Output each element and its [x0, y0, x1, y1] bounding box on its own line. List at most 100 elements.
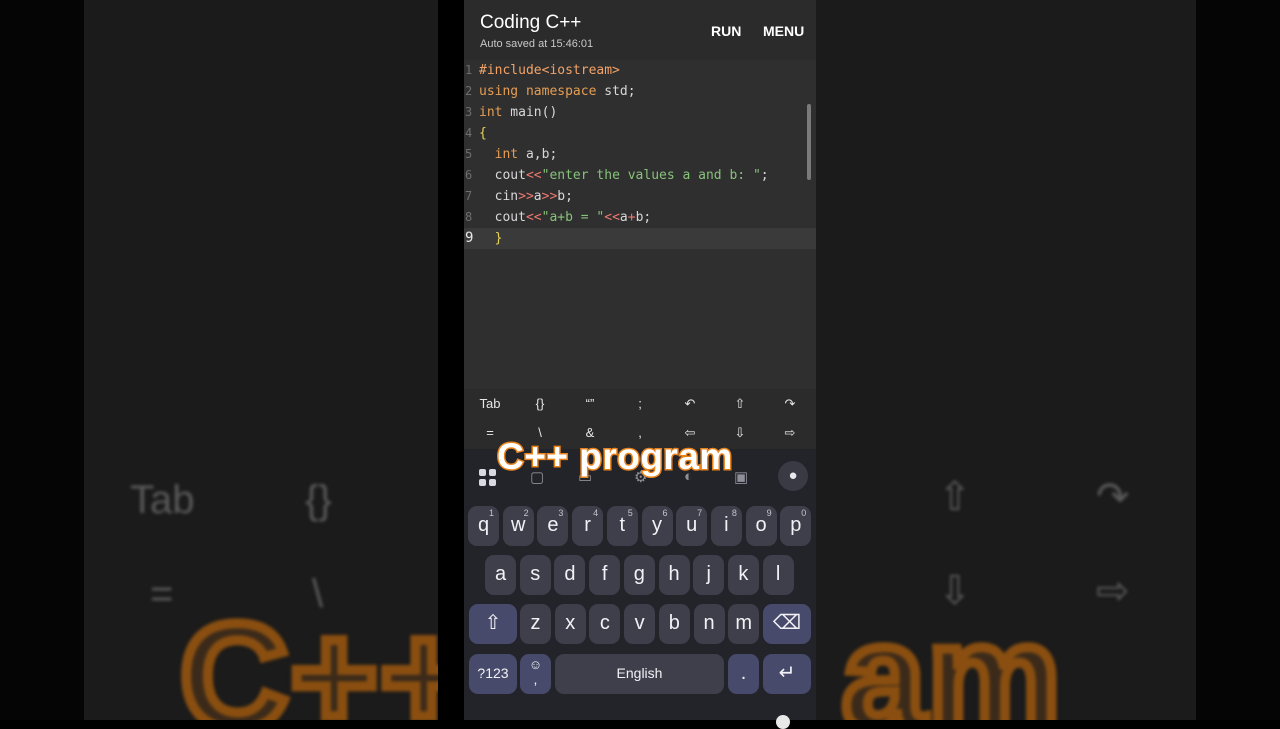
key-q[interactable]: q1 [468, 506, 499, 546]
ghost-equals-key: = [150, 572, 174, 616]
period-key[interactable]: . [728, 654, 759, 694]
key-s[interactable]: s [519, 555, 551, 595]
code-text: int main() [479, 102, 557, 123]
key-d[interactable]: d [554, 555, 586, 595]
key-l[interactable]: l [762, 555, 794, 595]
space-bar[interactable]: English [555, 654, 724, 694]
code-token: b; [557, 189, 573, 204]
symbol-key[interactable]: Tab [470, 396, 510, 411]
code-line[interactable]: 3 int main() [464, 102, 816, 123]
run-button[interactable]: RUN [711, 23, 741, 39]
key-k[interactable]: k [727, 555, 759, 595]
key-h[interactable]: h [658, 555, 690, 595]
key-n[interactable]: n [693, 604, 725, 644]
key-u[interactable]: u7 [676, 506, 708, 546]
code-token: cout [479, 168, 526, 183]
code-text: #include<iostream> [479, 60, 620, 81]
code-token: << [525, 210, 542, 225]
key-hint: 6 [662, 508, 668, 518]
microphone-icon[interactable]: ● [778, 461, 808, 491]
line-number: 2 [465, 84, 473, 98]
key-f[interactable]: f [589, 555, 621, 595]
code-token: { [479, 126, 487, 141]
symbol-key[interactable]: ↷ [770, 396, 810, 412]
line-number: 9 [465, 230, 474, 246]
code-token: main() [502, 105, 558, 120]
key-c[interactable]: c [589, 604, 621, 644]
symbol-key[interactable]: ⇧ [720, 396, 760, 412]
key-a[interactable]: a [485, 555, 516, 595]
key-o[interactable]: o9 [745, 506, 777, 546]
line-number: 7 [465, 189, 473, 203]
key-p[interactable]: p0 [780, 506, 812, 546]
enter-key[interactable]: ↵ [763, 654, 811, 694]
key-m[interactable]: m [728, 604, 760, 644]
line-number: 8 [465, 210, 473, 224]
symbol-key[interactable]: “” [570, 396, 610, 411]
ghost-tab-key: Tab [130, 478, 195, 522]
key-hint: 2 [523, 508, 529, 518]
symbol-key[interactable]: {} [520, 396, 560, 411]
key-r[interactable]: r4 [572, 506, 604, 546]
background-right-panel: ⇧ ↷ ⇩ ⇨ am [816, 0, 1280, 720]
code-token: a [533, 189, 542, 204]
video-caption: C++ program [496, 435, 734, 479]
key-hint: 3 [558, 508, 564, 518]
code-text: } [479, 228, 503, 249]
code-line[interactable]: 1 #include<iostream> [464, 60, 816, 81]
editor-scrollbar[interactable] [807, 104, 811, 180]
line-number: 5 [465, 147, 473, 161]
symbol-key[interactable]: ↶ [670, 396, 710, 412]
code-text: int a,b; [479, 144, 558, 165]
menu-button[interactable]: MENU [763, 23, 804, 39]
ghost-redo-icon: ↷ [1096, 475, 1130, 519]
key-i[interactable]: i8 [710, 506, 742, 546]
code-line[interactable]: 2 using namespace std; [464, 81, 816, 102]
code-token: + [627, 210, 636, 225]
symbol-key[interactable]: ; [620, 396, 660, 411]
soft-keyboard: ▢ ▭ ⚙ ◐ ▣ ● q1w2e3r4t5y6u7i8o9p0asdfghjk… [464, 449, 816, 720]
code-text: cout<<"enter the values a and b: "; [479, 165, 769, 186]
line-number: 4 [465, 126, 473, 140]
code-token: a,b; [518, 147, 558, 162]
background-left-panel: Tab {} = \ C++ [0, 0, 438, 720]
home-indicator[interactable] [776, 715, 790, 729]
key-v[interactable]: v [624, 604, 656, 644]
code-token: cout [479, 210, 526, 225]
code-token: namespace [525, 84, 597, 99]
symbol-key[interactable]: ⇨ [770, 425, 810, 441]
numbers-key[interactable]: ?123 [469, 654, 517, 694]
key-w[interactable]: w2 [502, 506, 534, 546]
code-line[interactable]: 8 cout<<"a+b = "<<a+b; [464, 207, 816, 228]
key-z[interactable]: z [520, 604, 551, 644]
code-editor[interactable]: 9 } 8 cout<<"a+b = "<<a+b; 7 cin>>a>>b; 6 c… [464, 60, 816, 390]
key-hint: 9 [766, 508, 772, 518]
translate-icon[interactable]: ▣ [734, 468, 748, 486]
code-token: std; [596, 84, 636, 99]
key-x[interactable]: x [554, 604, 586, 644]
code-line[interactable]: 6 cout<<"enter the values a and b: "; [464, 165, 816, 186]
key-g[interactable]: g [623, 555, 655, 595]
code-token: << [604, 210, 620, 225]
emoji-comma-key[interactable]: ☺, [520, 654, 551, 694]
code-line[interactable]: 5 int a,b; [464, 144, 816, 165]
ghost-shift-up-icon: ⇧ [938, 475, 972, 519]
backspace-key[interactable]: ⌫ [763, 604, 811, 644]
code-token: >> [518, 189, 534, 204]
key-y[interactable]: y6 [641, 506, 673, 546]
key-t[interactable]: t5 [606, 506, 638, 546]
code-text: cin>>a>>b; [479, 186, 573, 207]
code-line[interactable]: 7 cin>>a>>b; [464, 186, 816, 207]
apps-grid-icon[interactable] [479, 469, 497, 487]
key-hint: 5 [627, 508, 633, 518]
key-j[interactable]: j [693, 555, 725, 595]
code-line[interactable]: 4{ [464, 123, 816, 144]
code-token: >> [541, 189, 558, 204]
key-e[interactable]: e3 [537, 506, 569, 546]
code-token: "enter the values a and b: " [541, 168, 761, 183]
shift-key[interactable]: ⇧ [469, 604, 517, 644]
code-line[interactable]: 9 } [464, 228, 816, 249]
key-b[interactable]: b [658, 604, 690, 644]
